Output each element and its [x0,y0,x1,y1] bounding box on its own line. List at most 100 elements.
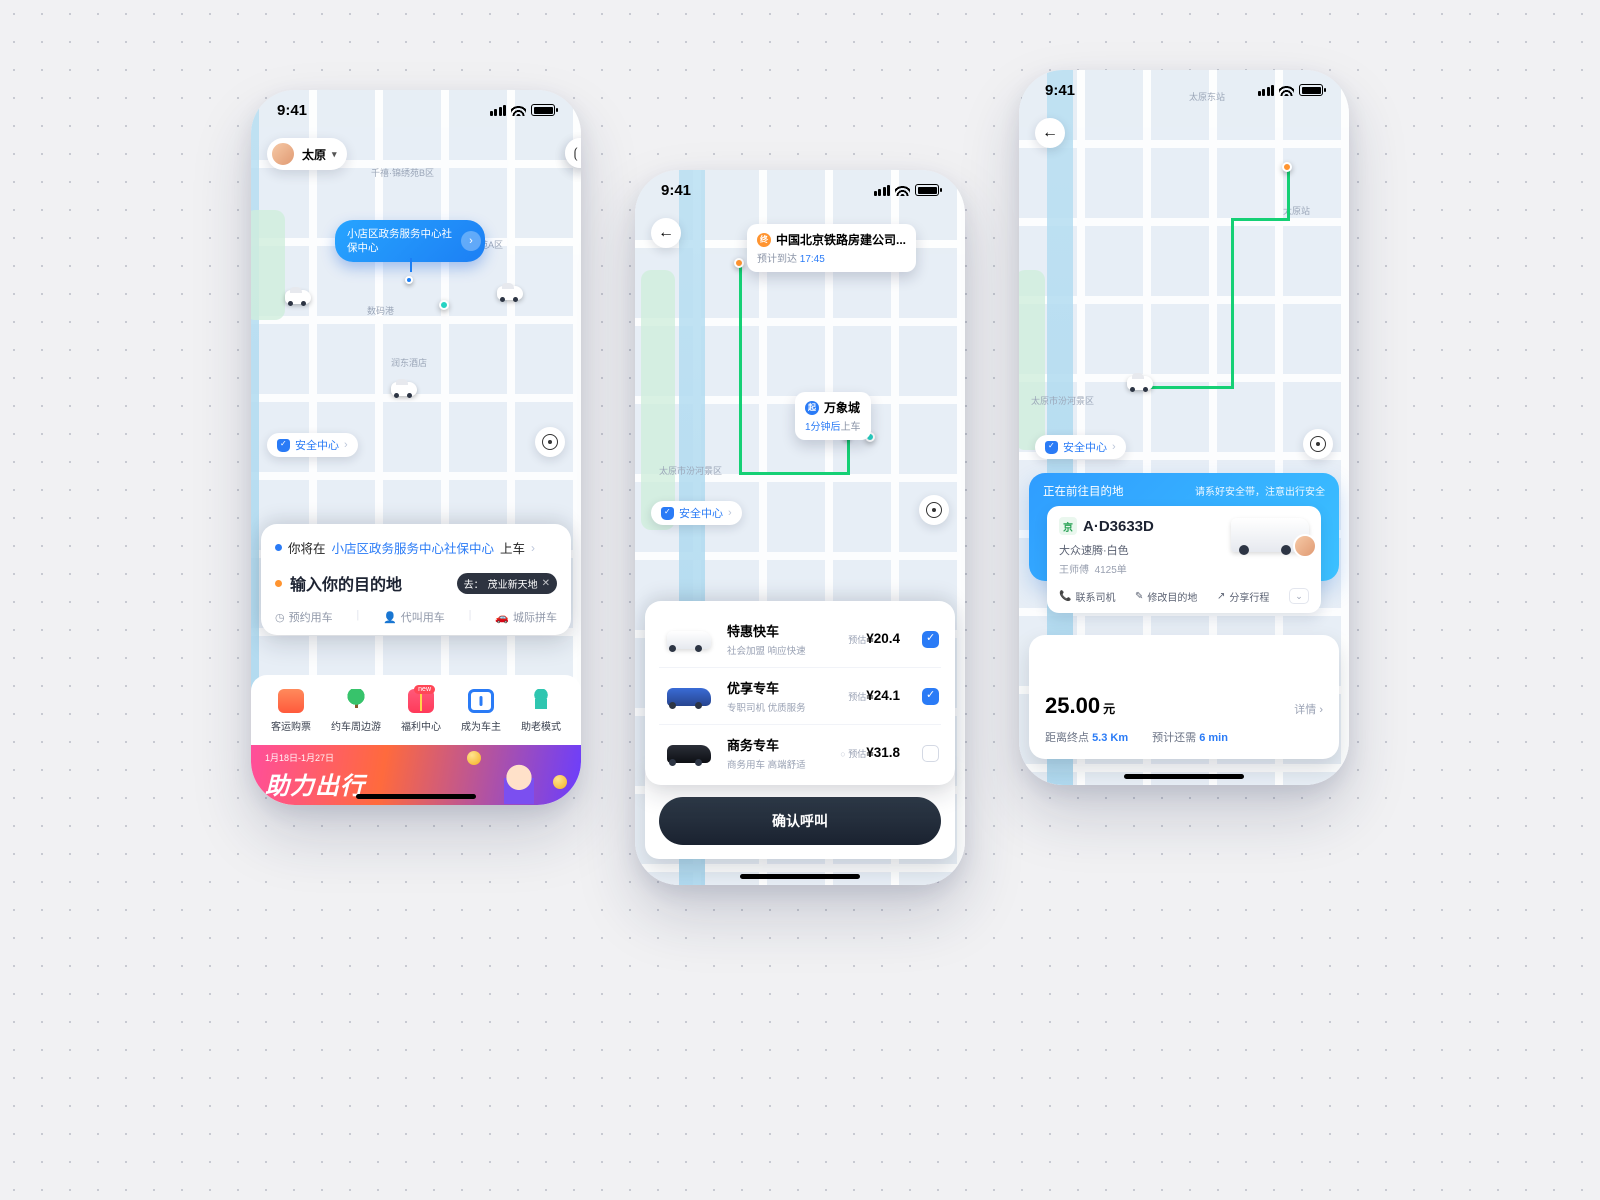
action-more[interactable]: ⌄ [1289,588,1309,604]
car-option-price: ¥24.1 [866,688,900,703]
end-badge-icon: 终 [757,233,771,247]
avatar[interactable] [270,141,296,167]
fare-unit: 元 [1103,702,1115,716]
safety-label: 安全中心 [295,437,339,453]
home-indicator [1124,774,1244,779]
chevron-right-icon: › [344,439,348,451]
origin-callout[interactable]: 起万象城 1分钟后上车 [795,392,871,440]
pickup-row[interactable]: 你将在 小店区政务服务中心社保中心 上车 › [275,538,557,557]
caret-down-icon: ▾ [332,149,337,160]
map-car-marker [497,286,523,300]
pickup-bubble[interactable]: 小店区政务服务中心社保中心 › [335,220,485,262]
pickup-pin [405,276,413,284]
search-sheet: 你将在 小店区政务服务中心社保中心 上车 › 输入你的目的地 去： 茂业新天地 … [261,524,571,635]
coin-icon [553,775,567,789]
quick-actions: ◷ 预约用车 | 👤 代叫用车 | 🚗 城际拼车 [275,609,557,625]
pickup-bubble-text: 小店区政务服务中心社保中心 [347,228,452,254]
destination-suggestion-chip[interactable]: 去： 茂业新天地 ✕ [457,573,557,594]
elder-icon [528,689,554,713]
chevron-right-icon: › [461,231,481,251]
menu-tour[interactable]: 约车周边游 [331,689,381,733]
status-time: 9:41 [661,182,691,199]
quick-intercity[interactable]: 🚗 城际拼车 [495,609,557,625]
menu-become-driver[interactable]: 成为车主 [461,689,501,733]
map-label: 数码港 [367,304,394,317]
confirm-button[interactable]: 确认呼叫 [659,797,941,845]
car-option[interactable]: 特惠快车社会加盟 响应快速 预估¥20.4 [659,611,941,667]
dest-pin [1282,162,1292,172]
pickup-prefix: 你将在 [288,538,326,557]
car-option-desc: 专职司机 优质服务 [727,700,806,714]
driver-name: 王师傅 [1059,565,1089,576]
back-button[interactable]: ← [651,218,681,248]
driver-car-marker [1127,376,1153,390]
remaining-distance: 5.3 Km [1092,732,1128,744]
trip-status-hint: 请系好安全带，注意出行安全 [1195,483,1325,499]
safety-center-pill[interactable]: 安全中心 › [267,433,358,457]
locate-button[interactable] [535,427,565,457]
checkbox[interactable] [922,745,939,762]
battery-icon [531,104,555,116]
origin-name: 万象城 [824,399,860,416]
battery-icon [915,184,939,196]
status-bar: 9:41 [1019,70,1349,110]
locate-button[interactable] [919,495,949,525]
screen-select-car: 太原市汾河景区 9:41 ← 终中国北京铁路房建公司... 预计到达 17:45… [635,170,965,885]
quick-reserve[interactable]: ◷ 预约用车 [275,609,333,625]
battery-icon [1299,84,1323,96]
car-option-desc: 社会加盟 响应快速 [727,643,806,657]
status-time: 9:41 [1045,82,1075,99]
back-button[interactable]: ← [1035,118,1065,148]
driver-card: 京 A·D3633D 大众速腾·白色 王师傅 4125单 📞 联系司机 ✎ 修改… [1047,506,1321,613]
menu-elder[interactable]: 助老模式 [521,689,561,733]
screen-home: 千禧·锦绣苑B区 锦绣苑A区 数码港 润东酒店 9:41 太原 ▾ ☺ ⟮ ⟯ … [251,90,581,805]
dest-pin [734,258,744,268]
fare-card: 25.00元 详情 › 距离终点 5.3 Km 预计还需 6 min [1029,635,1339,759]
screen-in-trip: 太原东站 太原站 太原市汾河景区 9:41 ← 安全中心› 25.00元 详情 … [1019,70,1349,785]
car-thumb [661,625,715,653]
home-indicator [740,874,860,879]
destination-input[interactable]: 输入你的目的地 去： 茂业新天地 ✕ [275,571,557,595]
car-option[interactable]: 商务专车商务用车 高端舒适 ○ 预估¥31.8 [659,724,941,781]
wifi-icon [511,105,526,116]
safety-center-pill[interactable]: 安全中心› [1035,435,1126,459]
status-time: 9:41 [277,102,307,119]
car-option[interactable]: 优享专车专职司机 优质服务 预估¥24.1 [659,667,941,724]
action-edit-dest[interactable]: ✎ 修改目的地 [1135,589,1197,604]
car-option-name: 优享专车 [727,678,806,697]
car-option-price: ¥31.8 [866,745,900,760]
action-share-trip[interactable]: ↗ 分享行程 [1217,589,1269,604]
checkbox[interactable] [922,631,939,648]
bottom-menu: 客运购票 约车周边游 new福利中心 成为车主 助老模式 1月18日-1月27日… [251,675,581,805]
map-park [641,270,675,530]
palm-icon [343,689,369,713]
menu-bus-ticket[interactable]: 客运购票 [271,689,311,733]
trip-status-title: 正在前往目的地 [1043,483,1124,499]
map-label: 太原市汾河景区 [1031,394,1094,407]
wifi-icon [1279,85,1294,96]
signal-icon [490,105,507,116]
wheel-icon [468,689,494,713]
chevron-right-icon: › [728,507,732,519]
car-option-name: 商务专车 [727,735,806,754]
safety-center-pill[interactable]: 安全中心› [651,501,742,525]
action-call-driver[interactable]: 📞 联系司机 [1059,589,1115,604]
city-selector[interactable]: 太原 ▾ [267,138,347,170]
car-option-name: 特惠快车 [727,621,806,640]
home-indicator [356,794,476,799]
menu-welfare[interactable]: new福利中心 [401,689,441,733]
locate-button[interactable] [1303,429,1333,459]
destination-placeholder: 输入你的目的地 [290,571,402,595]
promo-date: 1月18日-1月27日 [265,751,567,764]
checkbox[interactable] [922,688,939,705]
close-icon[interactable]: ✕ [542,578,550,589]
driver-orders: 4125单 [1095,565,1127,576]
shield-icon [1045,441,1058,454]
coin-icon [467,751,481,765]
driver-avatar[interactable] [1293,534,1317,558]
fare-detail-link[interactable]: 详情 › [1294,701,1323,717]
car-option-desc: 商务用车 高端舒适 [727,757,806,771]
quick-callfor[interactable]: 👤 代叫用车 [383,609,445,625]
trip-status-header: 正在前往目的地 请系好安全带，注意出行安全 京 A·D3633D 大众速腾·白色… [1029,473,1339,581]
destination-callout[interactable]: 终中国北京铁路房建公司... 预计到达 17:45 [747,224,916,272]
